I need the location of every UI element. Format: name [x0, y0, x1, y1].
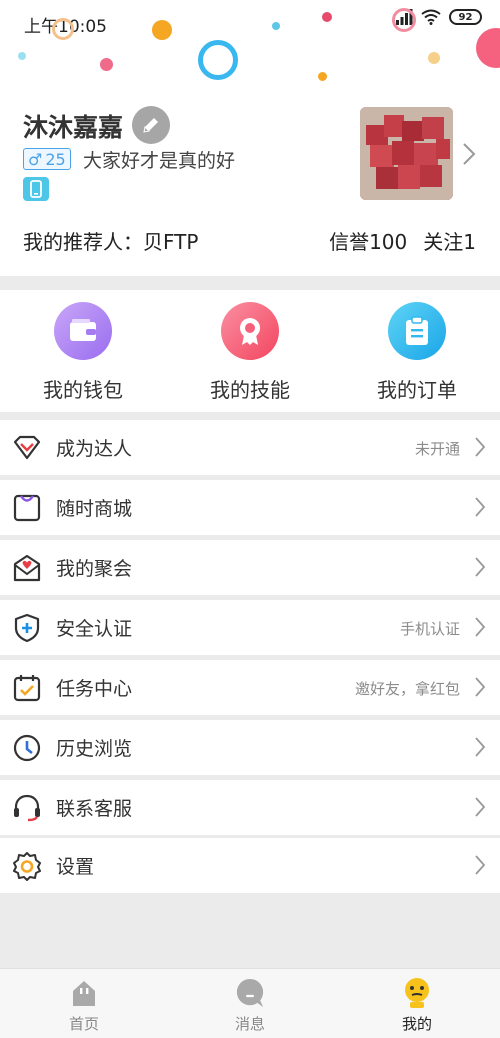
- gear-icon: [10, 850, 44, 882]
- menu-label: 设置: [56, 856, 95, 878]
- battery-icon: 92: [449, 9, 482, 25]
- male-icon: ♂: [28, 149, 43, 169]
- chevron-right-icon: [475, 497, 486, 517]
- decor-dot: [428, 52, 440, 64]
- chevron-right-icon: [475, 557, 486, 577]
- status-bar: 上午10:05 92: [0, 0, 500, 44]
- quick-order[interactable]: 我的订单: [337, 302, 497, 403]
- referrer-text: 我的推荐人：贝FTP: [23, 230, 199, 254]
- menu-label: 成为达人: [56, 438, 133, 460]
- gender-age-badge: ♂ 25: [23, 148, 71, 170]
- decor-dot: [392, 8, 416, 32]
- quick-actions: 我的钱包 我的技能 我的订单: [0, 290, 500, 412]
- profile-face-icon: [402, 977, 432, 1009]
- menu-label: 安全认证: [56, 618, 133, 640]
- shopping-bag-icon: [10, 492, 44, 524]
- menu-item-security[interactable]: 安全认证 手机认证: [0, 600, 500, 655]
- menu-label: 随时商城: [56, 498, 133, 520]
- home-icon: [69, 977, 99, 1009]
- diamond-icon: [10, 432, 44, 464]
- calendar-check-icon: [10, 672, 44, 704]
- chevron-right-icon: [475, 797, 486, 817]
- menu-item-party[interactable]: 我的聚会: [0, 540, 500, 595]
- menu-label: 任务中心: [56, 678, 133, 700]
- menu-item-history[interactable]: 历史浏览: [0, 720, 500, 775]
- menu-hint: 邀好友，拿红包: [354, 680, 460, 698]
- credit-score[interactable]: 信誉100: [329, 226, 407, 255]
- shield-plus-icon: [10, 612, 44, 644]
- skill-badge-icon: [221, 302, 279, 360]
- tab-mine[interactable]: 我的: [357, 977, 477, 1034]
- edit-profile-button[interactable]: [132, 106, 170, 144]
- menu-item-mall[interactable]: 随时商城: [0, 480, 500, 535]
- menu-item-become-expert[interactable]: 成为达人 未开通: [0, 420, 500, 475]
- menu-label: 我的聚会: [56, 558, 133, 580]
- chevron-right-icon: [475, 437, 486, 457]
- clock-icon: [10, 732, 44, 764]
- chevron-right-icon: [475, 617, 486, 637]
- menu-hint: 未开通: [414, 440, 460, 458]
- quick-label: 我的技能: [210, 378, 290, 402]
- decor-dot: [18, 52, 26, 60]
- phone-verified-icon: [23, 177, 49, 201]
- decor-dot: [198, 40, 238, 80]
- menu-item-settings[interactable]: 设置: [0, 838, 500, 893]
- tab-home[interactable]: 首页: [24, 977, 144, 1034]
- avatar[interactable]: [360, 107, 453, 200]
- age-value: 25: [45, 149, 66, 169]
- quick-label: 我的订单: [377, 378, 457, 402]
- tab-label: 首页: [68, 1015, 99, 1033]
- wifi-icon: [421, 9, 441, 25]
- wallet-icon: [54, 302, 112, 360]
- headset-icon: [10, 792, 44, 824]
- tab-label: 我的: [401, 1015, 432, 1033]
- decor-dot: [322, 12, 332, 22]
- heart-envelope-icon: [10, 552, 44, 584]
- battery-level: 92: [458, 11, 473, 23]
- quick-skill[interactable]: 我的技能: [170, 302, 330, 403]
- follow-count[interactable]: 关注1: [423, 226, 476, 255]
- decor-dot: [52, 18, 74, 40]
- pencil-icon: [143, 118, 158, 133]
- profile-signature: 大家好才是真的好: [83, 150, 236, 172]
- chevron-right-icon: [475, 855, 486, 875]
- profile-header: 上午10:05 92 沐沐嘉嘉 ♂ 25 大家好才是真的好 我的推荐人：贝FTP…: [0, 0, 500, 276]
- menu-item-task-center[interactable]: 任务中心 邀好友，拿红包: [0, 660, 500, 715]
- message-icon: [235, 977, 265, 1009]
- tab-label: 消息: [234, 1015, 265, 1033]
- quick-label: 我的钱包: [43, 378, 123, 402]
- quick-wallet[interactable]: 我的钱包: [3, 302, 163, 403]
- tab-messages[interactable]: 消息: [190, 977, 310, 1034]
- menu-label: 联系客服: [56, 798, 133, 820]
- menu-hint: 手机认证: [399, 620, 460, 638]
- menu-label: 历史浏览: [56, 738, 133, 760]
- chevron-right-icon: [475, 737, 486, 757]
- order-clipboard-icon: [388, 302, 446, 360]
- decor-dot: [318, 72, 327, 81]
- decor-dot: [152, 20, 172, 40]
- decor-dot: [272, 22, 280, 30]
- decor-dot: [100, 58, 113, 71]
- menu-item-customer-service[interactable]: 联系客服: [0, 780, 500, 835]
- profile-name: 沐沐嘉嘉: [23, 113, 124, 142]
- profile-stats: 信誉100 关注1: [329, 226, 476, 255]
- bottom-tab-bar: 首页 消息 我的: [0, 968, 500, 1038]
- chevron-right-icon: [475, 677, 486, 697]
- chevron-right-icon[interactable]: [462, 142, 476, 166]
